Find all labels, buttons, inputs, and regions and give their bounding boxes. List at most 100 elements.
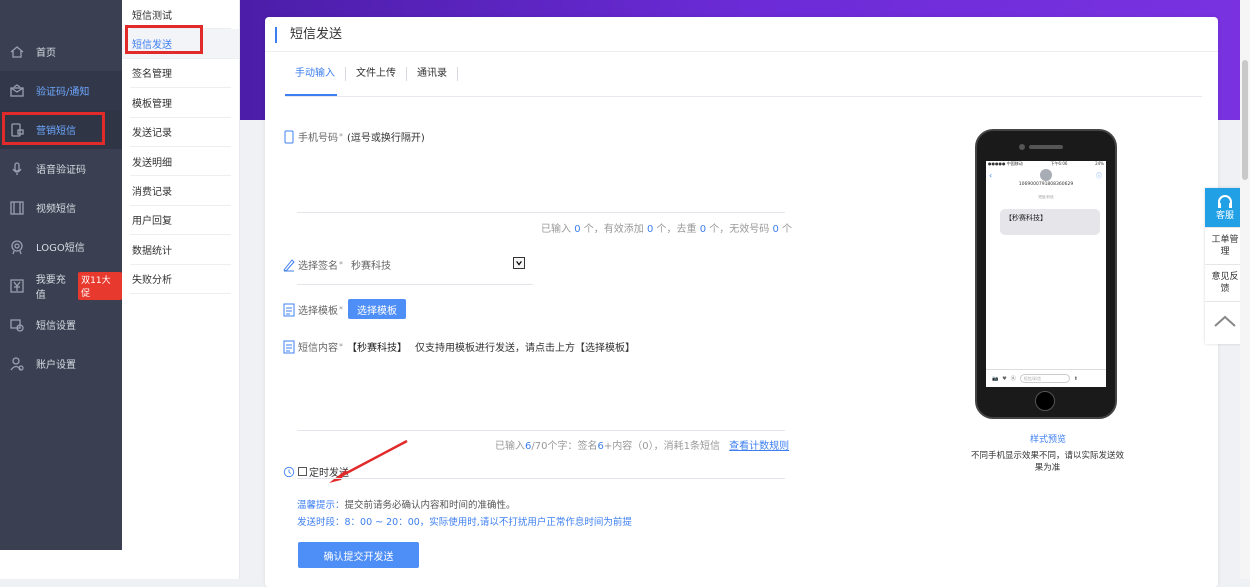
nav-label: 视频短信 xyxy=(36,204,76,215)
send-icon: ⬆ xyxy=(1073,375,1078,382)
submenu-item[interactable]: 消费记录 xyxy=(130,176,231,206)
highlight-box xyxy=(125,25,203,54)
counter-text: /70个字：签名 xyxy=(531,441,598,452)
back-icon: ‹ xyxy=(989,171,993,180)
nav-item-video-sms[interactable]: 视频短信 xyxy=(0,188,122,227)
nav-item-recharge[interactable]: 我要充值 双11大促 xyxy=(0,266,122,305)
content-textarea[interactable] xyxy=(297,357,785,429)
submenu-item[interactable]: 失败分析 xyxy=(130,265,231,294)
status-bar: ●●●●● 中国移动 下午6:06 24% xyxy=(986,161,1106,167)
nav-label: 我要充值 xyxy=(35,274,66,301)
schedule-checkbox[interactable] xyxy=(298,467,307,476)
submenu-item[interactable]: 签名管理 xyxy=(130,59,231,89)
user-gear-icon xyxy=(8,355,26,373)
envelope-icon xyxy=(8,82,26,100)
counter-text: 已输入 xyxy=(541,224,571,235)
submenu-item[interactable]: 模板管理 xyxy=(130,88,231,118)
nav-label: LOGO短信 xyxy=(36,243,85,254)
tip-text: 提交前请务必确认内容和时间的准确性。 xyxy=(344,500,516,511)
tip-label: 温馨提示： xyxy=(297,500,345,511)
nav-label: 语音验证码 xyxy=(36,165,86,176)
film-icon xyxy=(8,199,26,217)
logo-badge-icon xyxy=(8,238,26,256)
label-text: 短信内容 xyxy=(298,343,338,354)
counter-text: 已输入 xyxy=(495,441,525,452)
tab-file-upload[interactable]: 文件上传 xyxy=(346,67,407,81)
scrollbar-thumb[interactable] xyxy=(1242,60,1248,180)
highlight-box xyxy=(2,112,105,145)
status-battery: 24% xyxy=(1095,161,1104,166)
info-icon: ⓘ xyxy=(1095,173,1102,180)
tab-bar: 手动输入 文件上传 通讯录 xyxy=(285,67,458,81)
headset-icon xyxy=(1218,194,1232,208)
divider xyxy=(285,96,1202,97)
promo-badge: 双11大促 xyxy=(78,271,122,300)
phone-textarea[interactable] xyxy=(297,147,785,211)
submenu-item[interactable]: 数据统计 xyxy=(130,235,231,265)
nav-item-verification[interactable]: 验证码/通知 xyxy=(0,71,122,110)
style-preview-link[interactable]: 样式预览 xyxy=(1030,432,1066,445)
submenu-item[interactable]: 发送明细 xyxy=(130,147,231,177)
nav-label: 验证码/通知 xyxy=(36,87,90,98)
pencil-icon xyxy=(283,258,295,272)
phone-preview: ●●●●● 中国移动 下午6:06 24% ‹ ⓘ 10690007918083… xyxy=(975,129,1117,419)
feedback-button[interactable]: 意见反馈 xyxy=(1205,265,1245,302)
content-field-label: 短信内容 * 【秒赛科技】 仅支持用模板进行发送，请点击上方【选择模板】 xyxy=(283,339,635,354)
phone-message-input: 短信/彩信 xyxy=(1019,374,1070,383)
chevron-up-icon xyxy=(1214,315,1236,327)
scrollbar[interactable] xyxy=(1240,0,1250,579)
submenu-item[interactable]: 用户回复 xyxy=(130,206,231,236)
required-mark: * xyxy=(339,260,343,269)
nav-item-voice[interactable]: 语音验证码 xyxy=(0,149,122,188)
submenu: 短信测试 短信发送 签名管理 模板管理 发送记录 发送明细 消费记录 用户回复 … xyxy=(122,0,240,579)
counter-valid: 0 xyxy=(646,224,654,235)
message-type: 短信/彩信 xyxy=(1038,195,1054,199)
floating-toolbar: 客服 工单管理 意见反馈 xyxy=(1205,188,1245,344)
main-card: 短信发送 手动输入 文件上传 通讯录 手机号码 * (逗号或换行隔开) 已输入 0… xyxy=(265,17,1218,587)
nav-item-sms-settings[interactable]: 短信设置 xyxy=(0,305,122,344)
back-to-top-button[interactable] xyxy=(1205,302,1245,339)
counter-text: 个，无效号码 xyxy=(709,224,770,235)
submenu-item[interactable]: 发送记录 xyxy=(130,118,231,147)
nav-item-logo-sms[interactable]: LOGO短信 xyxy=(0,227,122,266)
content-counter: 已输入6/70个字：签名6+内容（0），消耗1条短信 查看计数规则 xyxy=(495,437,789,452)
clock-icon xyxy=(283,466,295,477)
service-label: 客服 xyxy=(1215,210,1234,221)
phone-counter: 已输入 0 个，有效添加 0 个，去重 0 个，无效号码 0 个 xyxy=(541,220,792,235)
microphone-icon xyxy=(8,160,26,178)
home-button xyxy=(1035,391,1055,411)
nav-item-account-settings[interactable]: 账户设置 xyxy=(0,344,122,383)
count-rules-link[interactable]: 查看计数规则 xyxy=(729,441,789,452)
label-text: 选择签名 xyxy=(298,261,338,272)
status-carrier: ●●●●● 中国移动 xyxy=(988,161,1023,166)
divider xyxy=(297,478,785,479)
nav-item-home[interactable]: 首页 xyxy=(0,32,122,71)
required-mark: * xyxy=(339,132,343,141)
signature-dropdown-toggle[interactable] xyxy=(513,257,525,269)
counter-text: 个 xyxy=(782,224,792,235)
phone-field-label: 手机号码 * (逗号或换行隔开) xyxy=(283,129,425,144)
message-bubble: 【秒赛科技】 xyxy=(1000,209,1100,235)
tab-manual-input[interactable]: 手动输入 xyxy=(285,67,346,81)
page-title: 短信发送 xyxy=(275,27,342,43)
time-window-text: 发送时段：8：00 ~ 20：00，实际使用时,请以不打扰用户正常作息时间为前提 xyxy=(297,517,632,528)
ticket-management-button[interactable]: 工单管理 xyxy=(1205,228,1245,265)
template-field-label: 选择模板 * xyxy=(283,302,347,317)
required-mark: * xyxy=(339,342,343,351)
sidebar: 首页 验证码/通知 营销短信 语音验证码 视频短信 LOGO短信 我要充值 双1… xyxy=(0,0,122,579)
phone-screen: ●●●●● 中国移动 下午6:06 24% ‹ ⓘ 10690007918083… xyxy=(986,161,1106,387)
status-time: 下午6:06 xyxy=(1050,161,1068,166)
submit-button[interactable]: 确认提交开发送 xyxy=(298,542,419,568)
signature-select-value[interactable]: 秒赛科技 xyxy=(351,257,391,272)
select-template-button[interactable]: 选择模板 xyxy=(348,299,406,319)
signature-field-label: 选择签名 * 秒赛科技 xyxy=(283,257,391,272)
sidebar-footer xyxy=(0,550,122,579)
customer-service-button[interactable]: 客服 xyxy=(1205,188,1245,228)
mobile-icon xyxy=(284,130,294,143)
tab-contacts[interactable]: 通讯录 xyxy=(407,67,458,81)
heart-icon: ♥ xyxy=(1002,375,1007,382)
phone-input-bar: 📷 ♥ Ⓐ 短信/彩信 ⬆ xyxy=(986,369,1106,387)
home-icon xyxy=(8,43,26,61)
divider xyxy=(297,284,533,285)
document-icon xyxy=(283,303,295,316)
